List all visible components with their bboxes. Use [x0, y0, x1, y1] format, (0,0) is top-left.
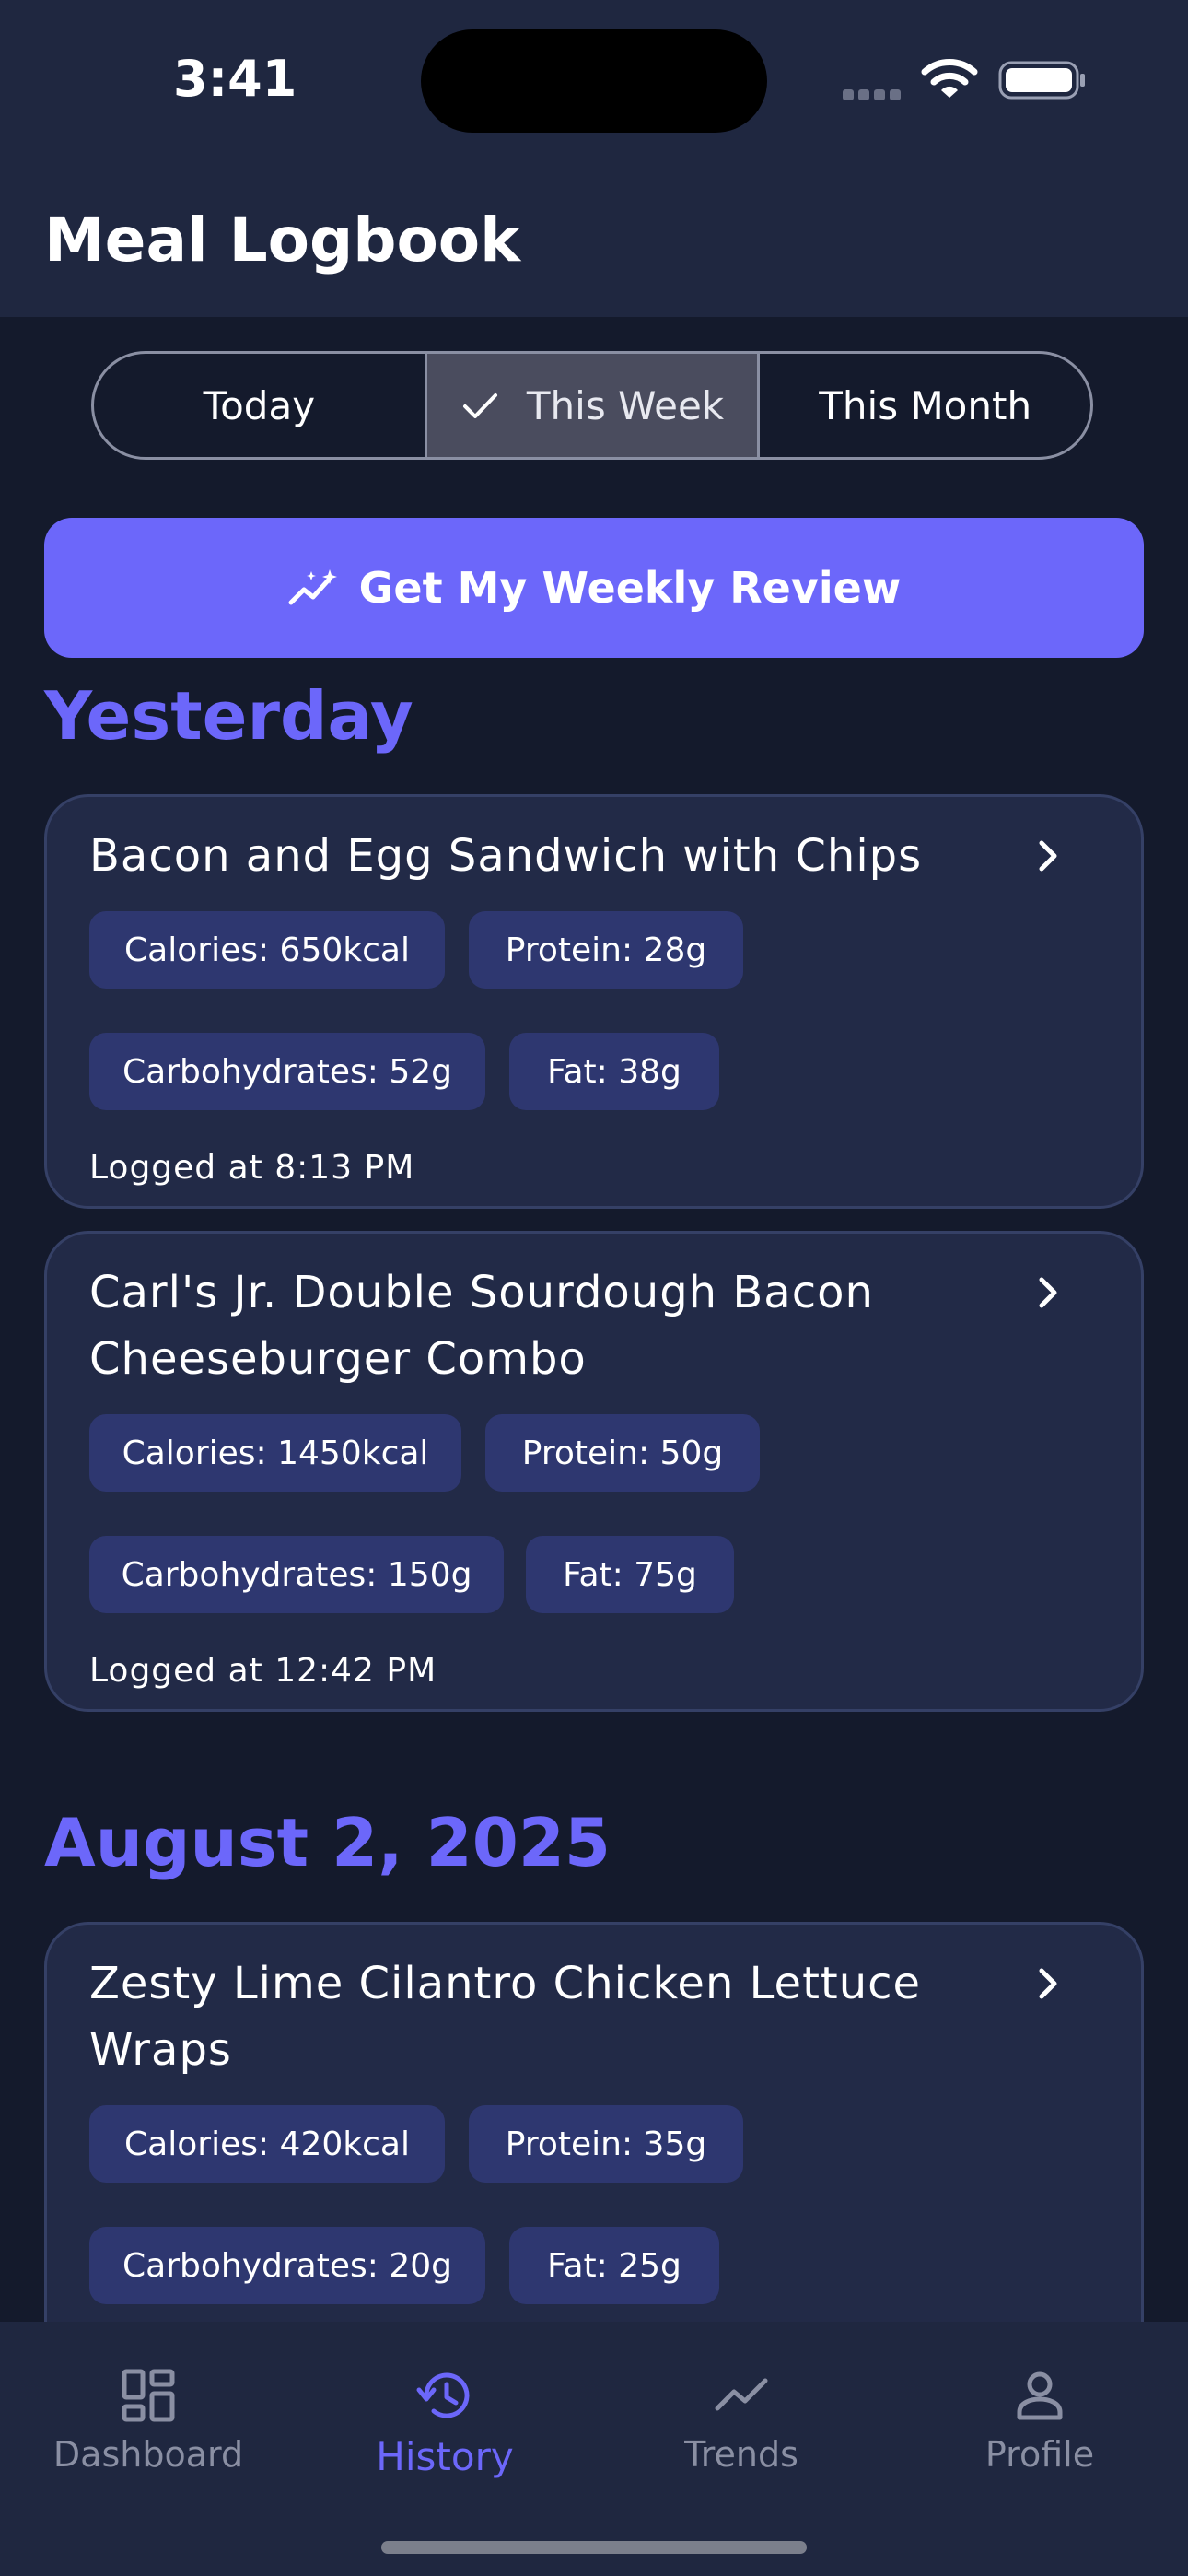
nav-history[interactable]: History — [297, 2348, 593, 2495]
nav-dashboard[interactable]: Dashboard — [0, 2348, 297, 2495]
profile-icon — [1017, 2371, 1063, 2420]
nav-trends-label: Trends — [684, 2434, 798, 2475]
battery-icon — [998, 61, 1085, 100]
bottom-nav: Dashboard History Trends Profile — [0, 2322, 1188, 2576]
period-filter: Today This Week This Month — [91, 351, 1093, 460]
meal-name: Carl's Jr. Double Sourdough Bacon Cheese… — [89, 1267, 874, 1385]
dynamic-island — [421, 29, 767, 133]
meal-name: Bacon and Egg Sandwich with Chips — [89, 830, 923, 882]
tab-this-month[interactable]: This Month — [760, 354, 1090, 457]
check-icon — [462, 393, 497, 418]
history-icon — [416, 2372, 470, 2418]
weekly-review-label: Get My Weekly Review — [358, 563, 902, 613]
tab-today[interactable]: Today — [94, 354, 427, 457]
fat-chip: Fat: 38g — [509, 1033, 719, 1110]
protein-chip: Protein: 50g — [485, 1414, 760, 1492]
meal-name: Zesty Lime Cilantro Chicken Lettuce Wrap… — [89, 1958, 922, 2076]
meal-card[interactable]: Carl's Jr. Double Sourdough Bacon Cheese… — [44, 1231, 1144, 1712]
calories-chip: Calories: 650kcal — [89, 911, 445, 989]
carbs-chip: Carbohydrates: 52g — [89, 1033, 485, 1110]
wifi-icon — [921, 59, 978, 98]
sparkle-trend-icon — [288, 569, 337, 605]
protein-chip: Protein: 28g — [469, 911, 743, 989]
logged-time: Logged at 12:42 PM — [89, 1652, 437, 1690]
nav-trends[interactable]: Trends — [593, 2348, 890, 2495]
tab-today-label: Today — [203, 382, 316, 428]
protein-chip: Protein: 35g — [469, 2105, 743, 2183]
section-heading-yesterday: Yesterday — [44, 677, 413, 755]
tab-this-month-label: This Month — [819, 382, 1032, 428]
calories-chip: Calories: 420kcal — [89, 2105, 445, 2183]
fat-chip: Fat: 25g — [509, 2227, 719, 2304]
nav-history-label: History — [376, 2434, 514, 2479]
trends-icon — [715, 2378, 768, 2411]
carbs-chip: Carbohydrates: 20g — [89, 2227, 485, 2304]
weekly-review-button[interactable]: Get My Weekly Review — [44, 518, 1144, 658]
chevron-right-icon — [1039, 1277, 1057, 1308]
meal-card[interactable]: Bacon and Egg Sandwich with Chips Calori… — [44, 794, 1144, 1209]
header-bar: 3:41 Meal Logbook — [0, 0, 1188, 317]
home-indicator — [381, 2541, 807, 2554]
dashboard-icon — [122, 2369, 175, 2422]
nav-profile[interactable]: Profile — [891, 2348, 1188, 2495]
nav-profile-label: Profile — [984, 2434, 1095, 2475]
nav-dashboard-label: Dashboard — [52, 2434, 244, 2475]
chevron-right-icon — [1039, 840, 1057, 872]
page-title: Meal Logbook — [44, 205, 521, 275]
carbs-chip: Carbohydrates: 150g — [89, 1536, 504, 1613]
tab-this-week[interactable]: This Week — [426, 354, 761, 457]
cellular-signal-icon — [843, 87, 905, 100]
chevron-right-icon — [1039, 1968, 1057, 1999]
fat-chip: Fat: 75g — [526, 1536, 734, 1613]
calories-chip: Calories: 1450kcal — [89, 1414, 461, 1492]
tab-this-week-label: This Week — [526, 382, 725, 428]
logged-time: Logged at 8:13 PM — [89, 1149, 415, 1187]
status-time: 3:41 — [173, 50, 297, 108]
section-heading-august-2: August 2, 2025 — [44, 1804, 611, 1881]
